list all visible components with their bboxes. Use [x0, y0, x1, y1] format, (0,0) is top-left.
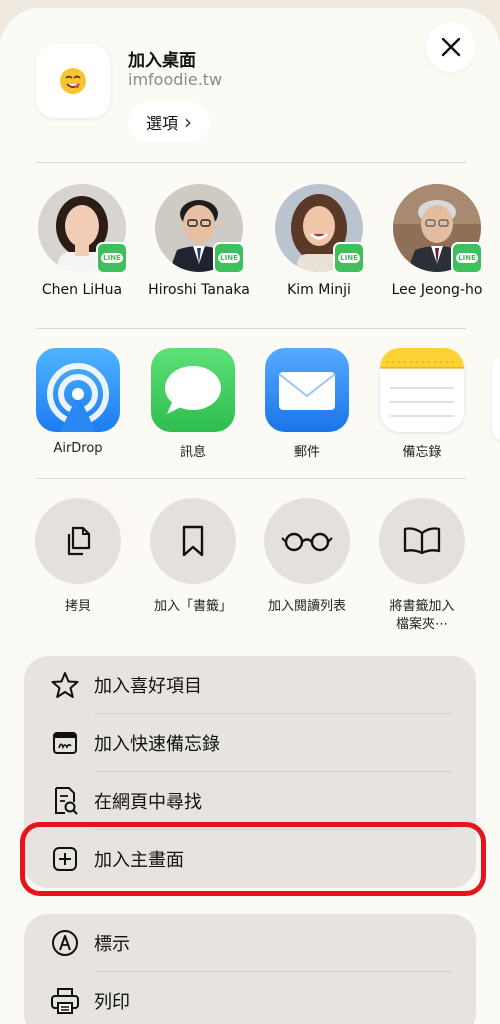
contact-hiroshi-tanaka[interactable]: LINE Hiroshi Tanaka [143, 184, 255, 298]
action-label: 將書籤加入 檔案夾⋯ [389, 599, 455, 632]
menu-markup[interactable]: 標示 [24, 914, 476, 972]
line-app-icon: LINE [451, 242, 483, 274]
avatar: LINE [38, 184, 128, 274]
printer-icon [50, 986, 80, 1016]
menu-add-to-home-screen[interactable]: 加入主畫面 [24, 830, 476, 888]
mail-icon [265, 348, 349, 432]
action-label: 拷貝 [64, 599, 91, 614]
actions-menu: 加入喜好項目 加入快速備忘錄 在網頁中尋找 加入主畫面 [24, 656, 476, 888]
menu-add-favorites[interactable]: 加入喜好項目 [24, 656, 476, 714]
divider [36, 162, 466, 163]
site-icon [36, 44, 110, 118]
app-label: 郵件 [293, 445, 320, 460]
markup-icon [50, 928, 80, 958]
action-add-bookmark-to-folder[interactable]: 將書籤加入 檔案夾⋯ [366, 498, 478, 634]
find-in-page-icon [50, 786, 80, 816]
action-label: 加入閱讀列表 [267, 599, 346, 614]
line-app-icon: LINE [213, 242, 245, 274]
close-button[interactable] [426, 22, 476, 72]
menu-label: 在網頁中尋找 [94, 792, 202, 813]
glasses-icon [281, 532, 333, 552]
actions-menu-secondary: 標示 列印 [24, 914, 476, 1024]
contact-name: Hiroshi Tanaka [148, 282, 250, 298]
menu-label: 加入喜好項目 [94, 676, 202, 697]
contact-lee-jeong-ho[interactable]: LINE Lee Jeong-ho [381, 184, 493, 298]
menu-label: 列印 [94, 992, 130, 1013]
avatar: LINE [393, 184, 483, 274]
airdrop-icon [36, 348, 120, 432]
open-book-icon [403, 527, 441, 555]
menu-find-on-page[interactable]: 在網頁中尋找 [24, 772, 476, 830]
app-notes[interactable]: 備忘錄 [372, 348, 472, 460]
app-messages[interactable]: 訊息 [143, 348, 243, 460]
action-copy[interactable]: 拷貝 [22, 498, 134, 616]
notes-icon [380, 348, 464, 432]
copy-icon [67, 526, 91, 556]
smiley-face-icon [60, 68, 86, 94]
contact-chen-lihua[interactable]: LINE Chen LiHua [26, 184, 138, 298]
share-sheet: 加入桌面 imfoodie.tw 選項 › LINE Chen LiHua LI… [0, 8, 500, 1024]
app-label: 訊息 [179, 445, 206, 460]
contact-name: Kim Minji [287, 282, 351, 298]
page-title: 加入桌面 [128, 51, 196, 71]
menu-label: 標示 [94, 934, 130, 955]
divider [36, 478, 466, 479]
divider [36, 328, 466, 329]
avatar: LINE [275, 184, 365, 274]
app-label: 備忘錄 [402, 445, 442, 460]
app-label: AirDrop [53, 441, 103, 456]
options-label: 選項 [145, 114, 178, 133]
line-app-icon: LINE [333, 242, 365, 274]
plus-square-icon [50, 844, 80, 874]
app-mail[interactable]: 郵件 [257, 348, 357, 460]
action-add-reading-list[interactable]: 加入閱讀列表 [251, 498, 363, 616]
site-domain: imfoodie.tw [128, 70, 223, 89]
star-icon [50, 670, 80, 700]
messages-icon [151, 348, 235, 432]
more-apps-peek [492, 356, 500, 440]
chevron-right-icon: › [184, 110, 192, 134]
contact-name: Lee Jeong-ho [391, 282, 483, 298]
action-label: 加入「書籤」 [153, 599, 232, 614]
contact-kim-minji[interactable]: LINE Kim Minji [263, 184, 375, 298]
menu-add-quick-note[interactable]: 加入快速備忘錄 [24, 714, 476, 772]
avatar: LINE [155, 184, 245, 274]
menu-label: 加入快速備忘錄 [94, 734, 220, 755]
menu-print[interactable]: 列印 [24, 972, 476, 1024]
close-icon [441, 37, 461, 57]
options-button[interactable]: 選項 › [128, 102, 210, 142]
app-airdrop[interactable]: AirDrop [28, 348, 128, 456]
menu-label: 加入主畫面 [94, 850, 184, 871]
contact-name: Chen LiHua [41, 282, 123, 298]
action-add-bookmark[interactable]: 加入「書籤」 [137, 498, 249, 616]
quick-note-icon [50, 728, 80, 758]
line-app-icon: LINE [96, 242, 128, 274]
bookmark-icon [182, 525, 204, 557]
